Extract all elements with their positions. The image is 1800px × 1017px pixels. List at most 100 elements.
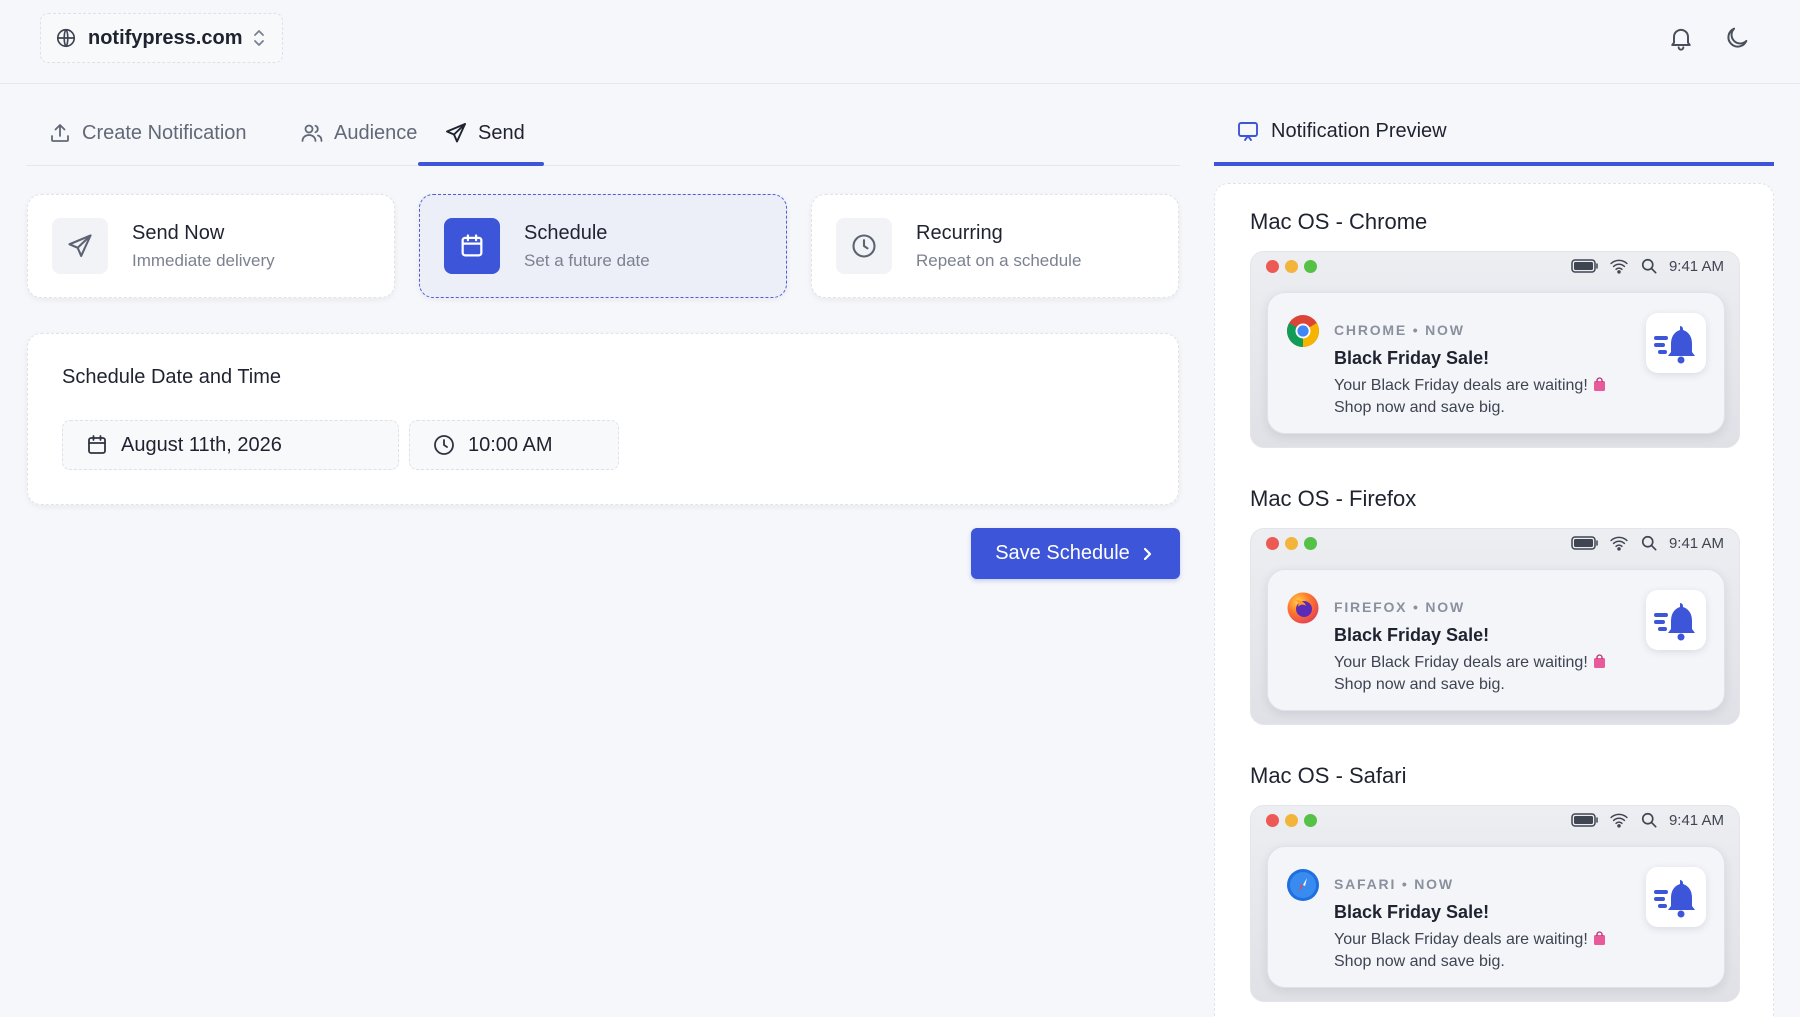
battery-icon bbox=[1571, 259, 1598, 273]
notification-title: Black Friday Sale! bbox=[1334, 902, 1490, 922]
moon-icon[interactable] bbox=[1723, 24, 1751, 52]
option-title: Recurring bbox=[916, 221, 1003, 244]
tab-label: Send bbox=[478, 121, 525, 144]
site-name: notifypress.com bbox=[88, 26, 243, 49]
notification-body-line2: Shop now and save big. bbox=[1334, 676, 1505, 693]
notification-card: FIREFOX • NOW Black Friday Sale! Your Bl… bbox=[1267, 569, 1725, 711]
close-dot bbox=[1266, 813, 1279, 827]
wifi-icon bbox=[1610, 813, 1628, 828]
active-tab-indicator bbox=[418, 162, 544, 166]
preview-title: Mac OS - Safari bbox=[1250, 763, 1407, 788]
mac-menu-bar: 9:41 AM bbox=[1251, 529, 1739, 557]
time-value: 10:00 AM bbox=[468, 433, 553, 456]
tab-label: Create Notification bbox=[82, 121, 247, 144]
notification-body: Your Black Friday deals are waiting! Sho… bbox=[1334, 652, 1607, 696]
notification-body: Your Black Friday deals are waiting! Sho… bbox=[1334, 929, 1607, 973]
upload-icon bbox=[48, 121, 82, 145]
search-icon bbox=[1641, 535, 1657, 551]
send-now-option[interactable]: Send Now Immediate delivery bbox=[27, 194, 395, 298]
time-picker[interactable]: 10:00 AM bbox=[409, 420, 619, 470]
battery-icon bbox=[1571, 536, 1598, 550]
step-tabs: Create Notification Audience Send bbox=[26, 100, 1180, 166]
preview-firefox: Mac OS - Firefox 9:41 AM FIREFOX • NOW B… bbox=[1250, 486, 1740, 725]
preview-chrome: Mac OS - Chrome 9:41 AM CHROME • NOW Bla… bbox=[1250, 209, 1740, 448]
zoom-dot bbox=[1304, 259, 1317, 273]
users-icon bbox=[300, 121, 334, 145]
calendar-icon bbox=[444, 218, 500, 274]
notification-body: Your Black Friday deals are waiting! Sho… bbox=[1334, 375, 1607, 419]
clock-icon bbox=[836, 218, 892, 274]
mac-window: 9:41 AM FIREFOX • NOW Black Friday Sale!… bbox=[1250, 528, 1740, 725]
tab-audience[interactable]: Audience bbox=[300, 100, 417, 166]
chevron-right-icon bbox=[1138, 545, 1156, 563]
schedule-panel-title: Schedule Date and Time bbox=[62, 366, 282, 388]
recurring-option[interactable]: Recurring Repeat on a schedule bbox=[811, 194, 1179, 298]
date-picker[interactable]: August 11th, 2026 bbox=[62, 420, 399, 470]
monitor-icon bbox=[1236, 119, 1271, 143]
preview-tab-label: Notification Preview bbox=[1271, 119, 1447, 142]
chevron-up-down-icon bbox=[250, 27, 268, 49]
save-schedule-button[interactable]: Save Schedule bbox=[971, 528, 1180, 579]
close-dot bbox=[1266, 259, 1279, 273]
zoom-dot bbox=[1304, 813, 1317, 827]
notification-body-line1: Your Black Friday deals are waiting! bbox=[1334, 931, 1588, 948]
search-icon bbox=[1641, 258, 1657, 274]
top-bar: notifypress.com bbox=[0, 0, 1800, 84]
notification-meta: SAFARI • NOW bbox=[1334, 876, 1454, 892]
safari-icon bbox=[1286, 868, 1320, 902]
notification-title: Black Friday Sale! bbox=[1334, 625, 1490, 645]
preview-title: Mac OS - Chrome bbox=[1250, 209, 1428, 234]
option-subtitle: Immediate delivery bbox=[132, 250, 275, 270]
shopping-bag-icon bbox=[1592, 931, 1607, 946]
clock-icon bbox=[432, 433, 468, 457]
zoom-dot bbox=[1304, 536, 1317, 550]
notification-body-line1: Your Black Friday deals are waiting! bbox=[1334, 377, 1588, 394]
mac-menu-bar: 9:41 AM bbox=[1251, 252, 1739, 280]
tab-send[interactable]: Send bbox=[444, 100, 525, 166]
minimize-dot bbox=[1285, 813, 1298, 827]
save-schedule-label: Save Schedule bbox=[995, 542, 1130, 564]
schedule-option[interactable]: Schedule Set a future date bbox=[419, 194, 787, 298]
search-icon bbox=[1641, 812, 1657, 828]
tab-notification-preview[interactable]: Notification Preview bbox=[1214, 100, 1774, 166]
tab-label: Audience bbox=[334, 121, 418, 144]
mac-menu-bar: 9:41 AM bbox=[1251, 806, 1739, 834]
notification-body-line1: Your Black Friday deals are waiting! bbox=[1334, 654, 1588, 671]
date-value: August 11th, 2026 bbox=[121, 433, 282, 456]
tab-create-notification[interactable]: Create Notification bbox=[48, 100, 247, 166]
send-icon bbox=[444, 121, 478, 145]
option-subtitle: Set a future date bbox=[524, 250, 650, 270]
notification-title: Black Friday Sale! bbox=[1334, 348, 1490, 368]
minimize-dot bbox=[1285, 259, 1298, 273]
mac-window: 9:41 AM CHROME • NOW Black Friday Sale! … bbox=[1250, 251, 1740, 448]
firefox-icon bbox=[1286, 591, 1320, 625]
notification-card: CHROME • NOW Black Friday Sale! Your Bla… bbox=[1267, 292, 1725, 434]
app-bell-icon bbox=[1646, 590, 1706, 650]
option-title: Schedule bbox=[524, 221, 608, 244]
menu-bar-clock: 9:41 AM bbox=[1668, 811, 1724, 829]
minimize-dot bbox=[1285, 536, 1298, 550]
preview-safari: Mac OS - Safari 9:41 AM SAFARI • NOW Bla… bbox=[1250, 763, 1740, 1002]
menu-bar-clock: 9:41 AM bbox=[1668, 257, 1724, 275]
calendar-icon bbox=[85, 433, 121, 457]
wifi-icon bbox=[1610, 536, 1628, 551]
wifi-icon bbox=[1610, 259, 1628, 274]
globe-icon bbox=[55, 27, 77, 49]
notification-meta: FIREFOX • NOW bbox=[1334, 599, 1465, 615]
send-icon bbox=[52, 218, 108, 274]
close-dot bbox=[1266, 536, 1279, 550]
notification-body-line2: Shop now and save big. bbox=[1334, 399, 1505, 416]
notification-card: SAFARI • NOW Black Friday Sale! Your Bla… bbox=[1267, 846, 1725, 988]
chrome-icon bbox=[1286, 314, 1320, 348]
schedule-panel: Schedule Date and Time August 11th, 2026… bbox=[27, 333, 1179, 505]
notification-body-line2: Shop now and save big. bbox=[1334, 953, 1505, 970]
preview-title: Mac OS - Firefox bbox=[1250, 486, 1417, 511]
bell-icon[interactable] bbox=[1667, 24, 1695, 52]
app-bell-icon bbox=[1646, 867, 1706, 927]
menu-bar-clock: 9:41 AM bbox=[1668, 534, 1724, 552]
option-subtitle: Repeat on a schedule bbox=[916, 250, 1082, 270]
shopping-bag-icon bbox=[1592, 377, 1607, 392]
shopping-bag-icon bbox=[1592, 654, 1607, 669]
preview-panel: Mac OS - Chrome 9:41 AM CHROME • NOW Bla… bbox=[1214, 183, 1774, 1017]
site-switcher[interactable]: notifypress.com bbox=[40, 13, 283, 63]
